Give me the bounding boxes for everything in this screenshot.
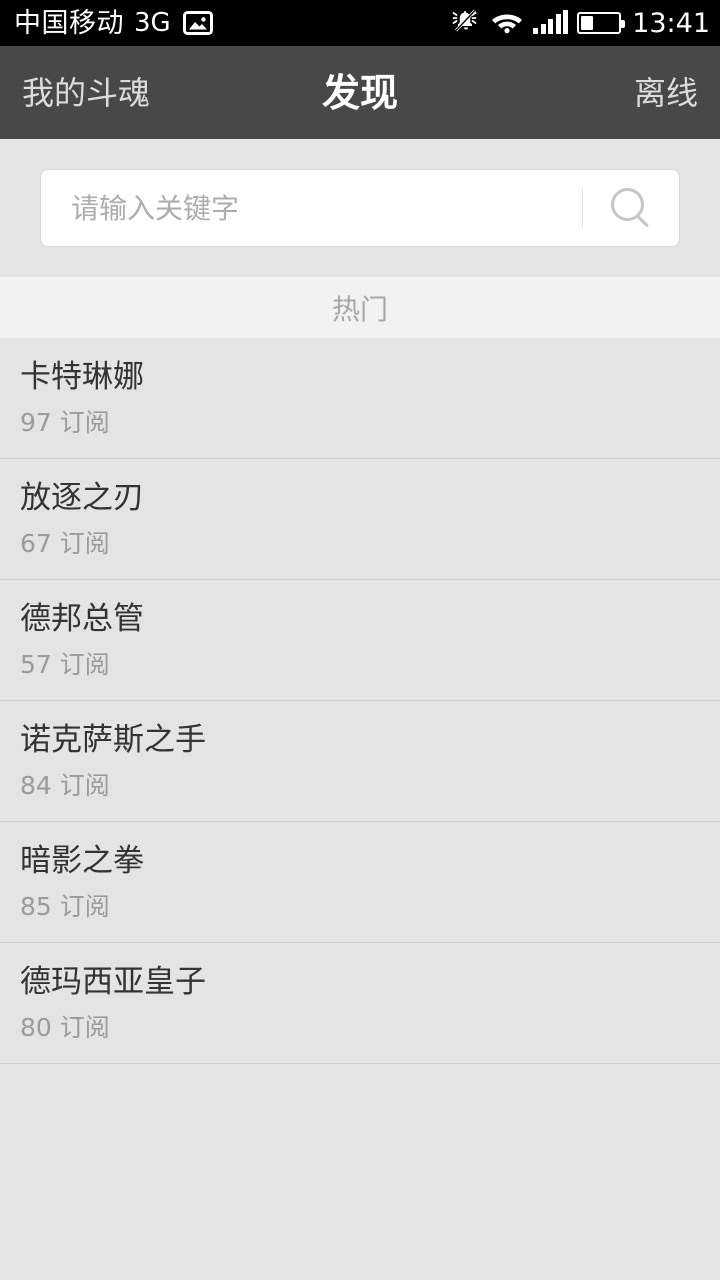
nav-right-button[interactable]: 离线	[634, 77, 698, 109]
list-item-subtitle: 85 订阅	[20, 892, 110, 922]
image-icon	[182, 11, 213, 35]
list-item[interactable]: 德邦总管 57 订阅	[0, 580, 720, 701]
list-item[interactable]: 卡特琳娜 97 订阅	[0, 338, 720, 459]
list-item-title: 诺克萨斯之手	[20, 721, 206, 758]
list-item[interactable]: 德玛西亚皇子 80 订阅	[0, 943, 720, 1064]
list-item-title: 卡特琳娜	[20, 358, 144, 395]
list-item-title: 德邦总管	[20, 600, 144, 637]
list-item-subtitle: 97 订阅	[20, 408, 110, 438]
status-bar: 中国移动 3G 13:41	[0, 0, 720, 46]
list-item[interactable]: 诺克萨斯之手 84 订阅	[0, 701, 720, 822]
search-area	[0, 139, 720, 277]
status-bar-icons: 13:41	[451, 7, 710, 39]
carrier-label: 中国移动	[14, 7, 124, 39]
search-icon	[611, 188, 651, 228]
nav-left-button[interactable]: 我的斗魂	[22, 77, 150, 109]
clock-label: 13:41	[632, 7, 710, 39]
search-box[interactable]	[40, 169, 680, 247]
section-header: 热门	[0, 277, 720, 338]
list-item-title: 德玛西亚皇子	[20, 963, 206, 1000]
list-item[interactable]: 暗影之拳 85 订阅	[0, 822, 720, 943]
battery-icon	[577, 12, 626, 34]
list-item-subtitle: 84 订阅	[20, 771, 110, 801]
network-type-label: 3G	[134, 8, 171, 38]
list-item-subtitle: 67 订阅	[20, 529, 110, 559]
search-input[interactable]	[71, 170, 582, 246]
hot-list: 卡特琳娜 97 订阅 放逐之刃 67 订阅 德邦总管 57 订阅 诺克萨斯之手 …	[0, 338, 720, 1280]
list-item[interactable]: 放逐之刃 67 订阅	[0, 459, 720, 580]
search-button[interactable]	[583, 169, 679, 247]
list-item-title: 暗影之拳	[20, 842, 144, 879]
app-root: 中国移动 3G 13:41 我的斗魂 发现 离线 请输入关键字 热门 卡特琳娜 …	[0, 0, 720, 1280]
bell-muted-icon	[451, 7, 481, 39]
list-item-title: 放逐之刃	[20, 479, 144, 516]
nav-bar: 我的斗魂 发现 离线	[0, 46, 720, 139]
wifi-icon	[490, 8, 524, 38]
signal-bars-icon	[533, 10, 569, 34]
list-item-subtitle: 57 订阅	[20, 650, 110, 680]
list-item-subtitle: 80 订阅	[20, 1013, 110, 1043]
